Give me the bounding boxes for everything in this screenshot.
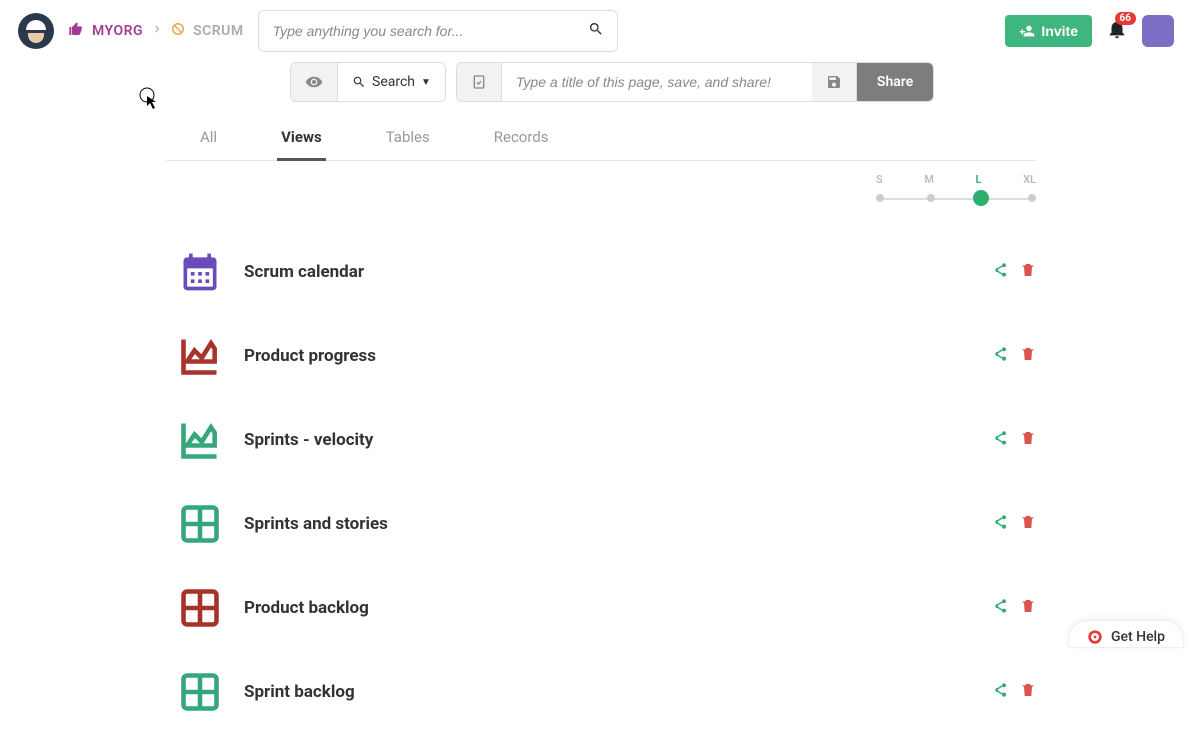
share-icon bbox=[992, 262, 1008, 278]
size-label-l: L bbox=[976, 173, 982, 186]
global-search-input[interactable] bbox=[258, 10, 618, 52]
share-icon bbox=[992, 346, 1008, 362]
visibility-search-group: Search ▼ bbox=[290, 62, 446, 102]
share-button[interactable] bbox=[992, 682, 1008, 702]
view-item: Sprint backlog bbox=[178, 650, 1036, 734]
page-edit-button[interactable] bbox=[457, 63, 502, 101]
size-dot-s[interactable] bbox=[876, 194, 884, 202]
breadcrumb-project[interactable]: SCRUM bbox=[193, 23, 244, 39]
view-item-actions bbox=[992, 430, 1036, 450]
forbid-icon bbox=[171, 22, 185, 40]
share-button[interactable] bbox=[992, 262, 1008, 282]
trash-icon bbox=[1020, 346, 1036, 362]
share-icon bbox=[992, 514, 1008, 530]
page-title-input[interactable] bbox=[502, 63, 812, 101]
invite-label: Invite bbox=[1041, 23, 1078, 39]
view-item-title[interactable]: Sprints and stories bbox=[244, 514, 970, 534]
share-icon bbox=[992, 430, 1008, 446]
calendar-icon bbox=[178, 250, 222, 294]
delete-button[interactable] bbox=[1020, 430, 1036, 450]
share-icon bbox=[992, 682, 1008, 698]
grid-icon bbox=[178, 670, 222, 714]
view-item-title[interactable]: Sprint backlog bbox=[244, 682, 970, 702]
chevron-right-icon bbox=[151, 23, 163, 39]
caret-down-icon: ▼ bbox=[421, 77, 431, 88]
view-item-actions bbox=[992, 598, 1036, 618]
notifications-button[interactable]: 66 bbox=[1106, 18, 1128, 44]
invite-button[interactable]: Invite bbox=[1005, 15, 1092, 47]
app-logo[interactable] bbox=[18, 13, 54, 49]
view-item-actions bbox=[992, 682, 1036, 702]
view-item-actions bbox=[992, 262, 1036, 282]
tab-tables[interactable]: Tables bbox=[382, 116, 434, 161]
size-label-s: S bbox=[876, 173, 883, 186]
size-label-xl: XL bbox=[1023, 173, 1036, 186]
get-help-label: Get Help bbox=[1111, 629, 1165, 645]
share-button[interactable] bbox=[992, 514, 1008, 534]
notification-count: 66 bbox=[1115, 12, 1136, 25]
visibility-toggle[interactable] bbox=[291, 63, 338, 101]
tab-views[interactable]: Views bbox=[277, 116, 326, 161]
view-item: Sprints and stories bbox=[178, 482, 1036, 566]
breadcrumb: MYORG SCRUM bbox=[68, 21, 244, 41]
view-item-actions bbox=[992, 346, 1036, 366]
chart-icon bbox=[178, 334, 222, 378]
view-list: Scrum calendar Product progress Sprints - … bbox=[178, 230, 1036, 734]
delete-button[interactable] bbox=[1020, 262, 1036, 282]
delete-button[interactable] bbox=[1020, 346, 1036, 366]
search-icon bbox=[352, 75, 366, 89]
view-item-actions bbox=[992, 514, 1036, 534]
grid-icon bbox=[178, 586, 222, 630]
user-plus-icon bbox=[1019, 23, 1035, 39]
share-button[interactable] bbox=[992, 598, 1008, 618]
view-item-title[interactable]: Sprints - velocity bbox=[244, 430, 970, 450]
size-slider[interactable]: S M L XL bbox=[876, 173, 1036, 206]
search-dropdown[interactable]: Search ▼ bbox=[338, 63, 445, 101]
file-edit-icon bbox=[471, 74, 487, 90]
share-page-button[interactable]: Share bbox=[857, 63, 933, 101]
trash-icon bbox=[1020, 514, 1036, 530]
page-title-group: Share bbox=[456, 62, 934, 102]
view-item: Scrum calendar bbox=[178, 230, 1036, 314]
size-dot-l[interactable] bbox=[973, 190, 989, 206]
trash-icon bbox=[1020, 682, 1036, 698]
get-help-button[interactable]: Get Help bbox=[1068, 620, 1184, 648]
delete-button[interactable] bbox=[1020, 514, 1036, 534]
thumbs-up-icon bbox=[68, 21, 84, 41]
tab-all[interactable]: All bbox=[196, 116, 221, 161]
size-dot-m[interactable] bbox=[927, 194, 935, 202]
trash-icon bbox=[1020, 262, 1036, 278]
view-item: Product progress bbox=[178, 314, 1036, 398]
tab-bar: All Views Tables Records bbox=[166, 116, 1036, 161]
grid-icon bbox=[178, 502, 222, 546]
user-avatar[interactable] bbox=[1142, 15, 1174, 47]
search-dropdown-label: Search bbox=[372, 74, 415, 90]
breadcrumb-org[interactable]: MYORG bbox=[92, 23, 143, 39]
delete-button[interactable] bbox=[1020, 598, 1036, 618]
lifebuoy-icon bbox=[1087, 629, 1103, 645]
delete-button[interactable] bbox=[1020, 682, 1036, 702]
eye-icon bbox=[305, 73, 323, 91]
tab-records[interactable]: Records bbox=[490, 116, 553, 161]
save-button[interactable] bbox=[812, 63, 857, 101]
view-item: Sprints - velocity bbox=[178, 398, 1036, 482]
trash-icon bbox=[1020, 430, 1036, 446]
share-button[interactable] bbox=[992, 346, 1008, 366]
share-button[interactable] bbox=[992, 430, 1008, 450]
view-item: Product backlog bbox=[178, 566, 1036, 650]
size-label-m: M bbox=[924, 173, 934, 186]
view-item-title[interactable]: Product progress bbox=[244, 346, 970, 366]
share-icon bbox=[992, 598, 1008, 614]
size-dot-xl[interactable] bbox=[1028, 194, 1036, 202]
view-item-title[interactable]: Scrum calendar bbox=[244, 262, 970, 282]
view-item-title[interactable]: Product backlog bbox=[244, 598, 970, 618]
save-icon bbox=[826, 74, 842, 90]
chart-icon bbox=[178, 418, 222, 462]
trash-icon bbox=[1020, 598, 1036, 614]
